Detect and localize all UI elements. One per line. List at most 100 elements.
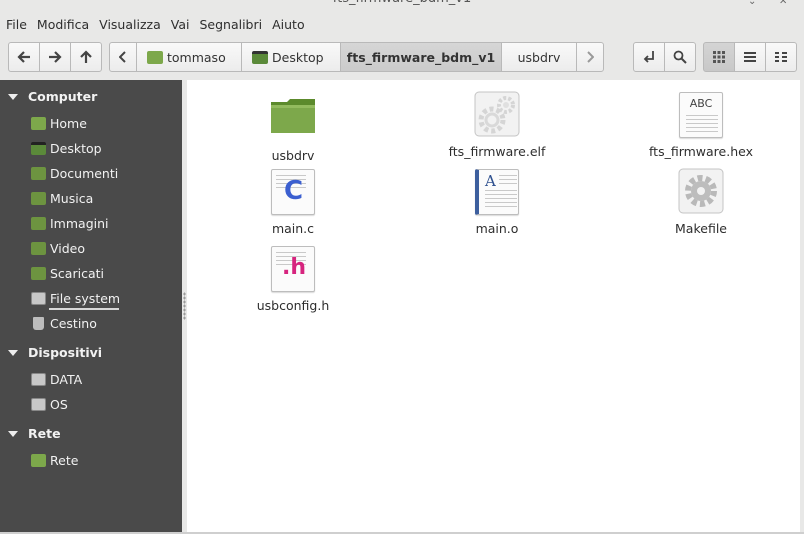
home-folder-icon (147, 50, 163, 64)
drive-icon (31, 372, 46, 386)
c-source-icon: C (269, 167, 317, 217)
back-button[interactable] (8, 42, 40, 72)
file-item-main-o[interactable]: A main.o (417, 167, 577, 236)
icon-view-button[interactable] (703, 42, 735, 72)
file-name: main.c (271, 221, 315, 236)
forward-button[interactable] (39, 42, 71, 72)
up-button[interactable] (70, 42, 102, 72)
location-entry-icon (643, 51, 654, 63)
music-folder-icon (31, 191, 46, 205)
text-file-icon: ABC (677, 90, 725, 140)
sidebar-item-label: Desktop (50, 140, 102, 156)
sidebar-item-label: Home (50, 115, 87, 131)
downloads-folder-icon (31, 266, 46, 280)
expander-icon (8, 430, 18, 437)
sidebar-item-data[interactable]: DATA (31, 370, 82, 388)
sidebar-item-home[interactable]: Home (31, 114, 87, 132)
arrow-left-icon (17, 51, 30, 63)
menu-vai[interactable]: Vai (171, 17, 190, 32)
sidebar-item-label: Cestino (50, 315, 97, 331)
menu-modifica[interactable]: Modifica (37, 17, 89, 32)
search-icon (673, 50, 687, 64)
file-view[interactable]: usbdrv fts_firmware.elf ABC fts_firmware… (187, 80, 800, 532)
file-name: usbdrv (271, 148, 315, 163)
window-title: fts_firmware_bdm_v1 (0, 0, 804, 6)
sidebar-item-label: Musica (50, 190, 94, 206)
file-name: fts_firmware.elf (448, 144, 546, 159)
documents-folder-icon (31, 166, 46, 180)
breadcrumb-label: Desktop (272, 49, 324, 65)
file-item-usbdrv[interactable]: usbdrv (213, 94, 373, 163)
grid-view-icon (713, 51, 725, 63)
network-icon (31, 453, 46, 467)
menu-segnalibri[interactable]: Segnalibri (199, 17, 262, 32)
home-folder-icon (31, 116, 46, 130)
desktop-folder-icon (31, 141, 46, 155)
sidebar-item-label: Video (50, 240, 86, 256)
menu-bar: File Modifica Visualizza Vai Segnalibri … (0, 12, 804, 36)
disk-usage-bar (49, 308, 119, 310)
menu-aiuto[interactable]: Aiuto (272, 17, 305, 32)
menu-visualizza[interactable]: Visualizza (99, 17, 161, 32)
breadcrumb-usbdrv[interactable]: usbdrv (501, 42, 577, 72)
sidebar-item-immagini[interactable]: Immagini (31, 214, 109, 232)
compact-view-button[interactable] (765, 42, 797, 72)
minimize-icon[interactable]: ⌄ (748, 0, 758, 8)
breadcrumb-tommaso[interactable]: tommaso (136, 42, 242, 72)
file-item-makefile[interactable]: Makefile (621, 167, 781, 236)
breadcrumb-fts-firmware-bdm-v1[interactable]: fts_firmware_bdm_v1 (340, 42, 502, 72)
section-title: Computer (28, 89, 98, 104)
pictures-folder-icon (31, 216, 46, 230)
sidebar-item-scaricati[interactable]: Scaricati (31, 264, 104, 282)
file-item-main-c[interactable]: C main.c (213, 167, 373, 236)
c-header-icon: .h (269, 244, 317, 294)
object-file-icon: A (473, 167, 521, 217)
expander-icon (8, 93, 18, 100)
sidebar-item-label: OS (50, 396, 68, 412)
makefile-gear-icon (677, 167, 725, 217)
chevron-right-icon (587, 51, 594, 63)
toggle-location-button[interactable] (633, 42, 665, 72)
file-item-fts-firmware-elf[interactable]: fts_firmware.elf (417, 90, 577, 159)
sidebar-item-label: Immagini (50, 215, 109, 231)
trash-icon (33, 316, 44, 330)
sidebar-item-file-system[interactable]: File system (31, 289, 120, 310)
breadcrumb-desktop[interactable]: Desktop (241, 42, 341, 72)
arrow-right-icon (49, 51, 62, 63)
sidebar-item-video[interactable]: Video (31, 239, 85, 257)
sidebar-section-computer[interactable]: Computer (8, 89, 97, 104)
breadcrumb-scroll-left-button[interactable] (109, 42, 137, 72)
toolbar: tommaso Desktop fts_firmware_bdm_v1 usbd… (0, 36, 804, 80)
search-button[interactable] (664, 42, 696, 72)
file-item-usbconfig-h[interactable]: .h usbconfig.h (213, 244, 373, 313)
file-item-fts-firmware-hex[interactable]: ABC fts_firmware.hex (621, 90, 781, 159)
sidebar-item-label: Documenti (50, 165, 119, 181)
sidebar-item-musica[interactable]: Musica (31, 189, 93, 207)
c-glyph: C (284, 176, 304, 206)
sidebar-section-dispositivi[interactable]: Dispositivi (8, 345, 102, 360)
breadcrumb-scroll-right-button[interactable] (576, 42, 604, 72)
list-view-icon (744, 52, 756, 62)
sidebar-item-rete[interactable]: Rete (31, 451, 78, 469)
title-bar: fts_firmware_bdm_v1 ⌄ ✕ (0, 0, 804, 12)
close-icon[interactable]: ✕ (779, 0, 789, 8)
folder-icon (269, 94, 317, 144)
drive-icon (31, 397, 46, 411)
a-glyph: A (485, 172, 496, 190)
sidebar-item-os[interactable]: OS (31, 395, 68, 413)
sidebar: Computer Home Desktop Documenti Musica I… (0, 80, 182, 534)
sidebar-item-documenti[interactable]: Documenti (31, 164, 118, 182)
sidebar-section-rete[interactable]: Rete (8, 426, 61, 441)
list-view-button[interactable] (734, 42, 766, 72)
sidebar-item-label: DATA (50, 371, 83, 387)
sidebar-item-desktop[interactable]: Desktop (31, 139, 102, 157)
breadcrumb-label: fts_firmware_bdm_v1 (346, 49, 496, 65)
menu-file[interactable]: File (6, 17, 27, 32)
file-name: fts_firmware.hex (648, 144, 754, 159)
desktop-folder-icon (252, 50, 268, 64)
executable-gears-icon (473, 90, 521, 140)
sidebar-item-cestino[interactable]: Cestino (31, 314, 97, 332)
h-glyph: .h (282, 255, 307, 280)
section-title: Rete (28, 426, 61, 441)
sidebar-resize-handle[interactable] (183, 292, 186, 320)
